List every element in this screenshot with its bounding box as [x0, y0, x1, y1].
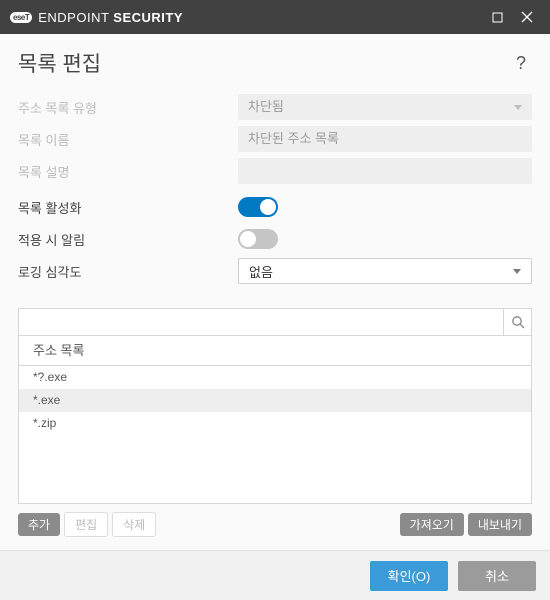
export-button[interactable]: 내보내기: [468, 513, 532, 536]
close-icon: [521, 11, 533, 23]
search-input[interactable]: [19, 309, 503, 335]
brand-name: ENDPOINT SECURITY: [38, 10, 183, 25]
brand-name-light: ENDPOINT: [38, 10, 109, 25]
search-button[interactable]: [503, 309, 531, 335]
square-icon: [492, 12, 503, 23]
notify-toggle[interactable]: [238, 229, 278, 249]
footer: 확인(O) 취소: [0, 550, 550, 600]
search-icon: [511, 315, 525, 329]
titlebar: eseT ENDPOINT SECURITY: [0, 0, 550, 34]
list-item[interactable]: *.exe: [19, 389, 531, 412]
window-close-button[interactable]: [512, 0, 542, 34]
list-type-field: 차단됨: [238, 94, 532, 120]
list-item[interactable]: *.zip: [19, 412, 531, 435]
add-button[interactable]: 추가: [18, 513, 60, 536]
severity-select[interactable]: 없음: [238, 258, 532, 284]
search-row: [18, 308, 532, 336]
notify-label: 적용 시 알림: [18, 230, 238, 249]
list-item[interactable]: *?.exe: [19, 366, 531, 389]
list-type-label: 주소 목록 유형: [18, 98, 238, 117]
brand-logo: eseT: [10, 12, 32, 23]
edit-button: 편집: [64, 512, 108, 537]
brand-name-bold: SECURITY: [113, 10, 183, 25]
window-maximize-button[interactable]: [482, 0, 512, 34]
severity-value: 없음: [249, 262, 273, 281]
list-name-field: 차단된 주소 목록: [238, 126, 532, 152]
list-column-header[interactable]: 주소 목록: [18, 336, 532, 366]
dialog-title: 목록 편집: [18, 48, 510, 78]
delete-button: 삭제: [112, 512, 156, 537]
list-desc-field: [238, 158, 532, 184]
help-button[interactable]: ?: [510, 51, 532, 76]
list-desc-label: 목록 설명: [18, 162, 238, 181]
cancel-button[interactable]: 취소: [458, 561, 536, 591]
brand: eseT ENDPOINT SECURITY: [10, 10, 183, 25]
list-body: *?.exe*.exe*.zip: [18, 366, 532, 504]
severity-label: 로깅 심각도: [18, 262, 238, 281]
list-active-toggle[interactable]: [238, 197, 278, 217]
list-active-label: 목록 활성화: [18, 198, 238, 217]
import-button[interactable]: 가져오기: [400, 513, 464, 536]
ok-button[interactable]: 확인(O): [370, 561, 448, 591]
list-name-label: 목록 이름: [18, 130, 238, 149]
